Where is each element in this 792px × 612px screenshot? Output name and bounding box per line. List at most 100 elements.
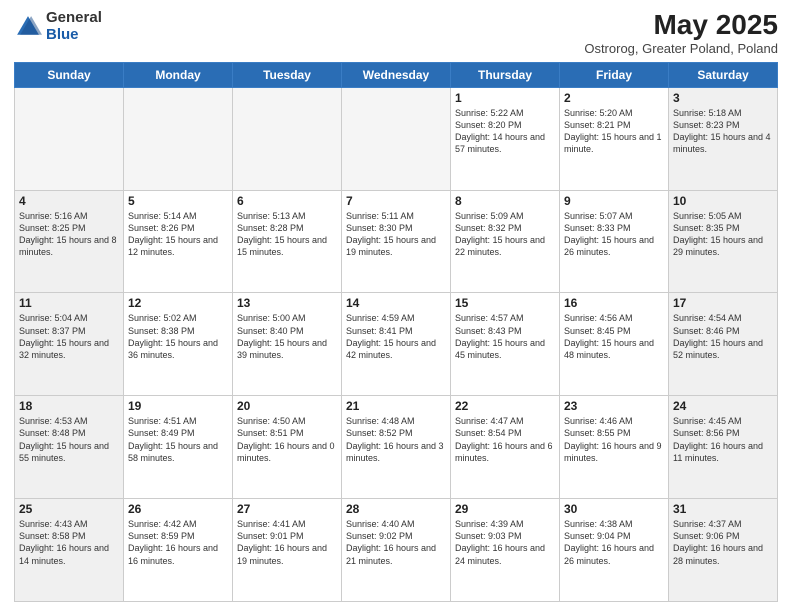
week-row-3: 11 Sunrise: 5:04 AM Sunset: 8:37 PM Dayli… — [15, 293, 778, 396]
week-row-4: 18 Sunrise: 4:53 AM Sunset: 8:48 PM Dayli… — [15, 396, 778, 499]
day-number: 30 — [564, 502, 664, 516]
weekday-tuesday: Tuesday — [233, 62, 342, 87]
day-cell: 21 Sunrise: 4:48 AM Sunset: 8:52 PM Dayli… — [342, 396, 451, 499]
day-info: Sunrise: 4:38 AM Sunset: 9:04 PM Dayligh… — [564, 518, 664, 567]
day-number: 27 — [237, 502, 337, 516]
day-number: 7 — [346, 194, 446, 208]
day-info: Sunrise: 4:47 AM Sunset: 8:54 PM Dayligh… — [455, 415, 555, 464]
day-info: Sunrise: 5:04 AM Sunset: 8:37 PM Dayligh… — [19, 312, 119, 361]
day-number: 2 — [564, 91, 664, 105]
day-cell: 5Sunrise: 5:14 AM Sunset: 8:26 PM Daylig… — [124, 190, 233, 293]
day-cell: 28Sunrise: 4:40 AM Sunset: 9:02 PM Dayli… — [342, 499, 451, 602]
location: Ostrorog, Greater Poland, Poland — [584, 41, 778, 56]
day-cell: 11 Sunrise: 5:04 AM Sunset: 8:37 PM Dayli… — [15, 293, 124, 396]
day-info: Sunrise: 4:45 AM Sunset: 8:56 PM Dayligh… — [673, 415, 773, 464]
day-cell — [15, 87, 124, 190]
weekday-monday: Monday — [124, 62, 233, 87]
day-cell: 24 Sunrise: 4:45 AM Sunset: 8:56 PM Dayli… — [669, 396, 778, 499]
day-cell: 25 Sunrise: 4:43 AM Sunset: 8:58 PM Dayli… — [15, 499, 124, 602]
logo: General Blue — [14, 10, 102, 43]
day-number: 15 — [455, 296, 555, 310]
day-cell: 30 Sunrise: 4:38 AM Sunset: 9:04 PM Dayli… — [560, 499, 669, 602]
day-number: 10 — [673, 194, 773, 208]
day-info: Sunrise: 4:42 AM Sunset: 8:59 PM Dayligh… — [128, 518, 228, 567]
day-number: 12 — [128, 296, 228, 310]
header: General Blue May 2025 Ostrorog, Greater … — [14, 10, 778, 56]
day-cell: 8Sunrise: 5:09 AM Sunset: 8:32 PM Daylig… — [451, 190, 560, 293]
day-info: Sunrise: 4:43 AM Sunset: 8:58 PM Dayligh… — [19, 518, 119, 567]
day-cell: 1 Sunrise: 5:22 AM Sunset: 8:20 PM Daylig… — [451, 87, 560, 190]
title-block: May 2025 Ostrorog, Greater Poland, Polan… — [584, 10, 778, 56]
day-cell: 16 Sunrise: 4:56 AM Sunset: 8:45 PM Dayli… — [560, 293, 669, 396]
day-number: 17 — [673, 296, 773, 310]
day-number: 24 — [673, 399, 773, 413]
weekday-friday: Friday — [560, 62, 669, 87]
week-row-2: 4Sunrise: 5:16 AM Sunset: 8:25 PM Daylig… — [15, 190, 778, 293]
day-cell — [233, 87, 342, 190]
day-cell: 15Sunrise: 4:57 AM Sunset: 8:43 PM Dayli… — [451, 293, 560, 396]
day-info: Sunrise: 4:41 AM Sunset: 9:01 PM Dayligh… — [237, 518, 337, 567]
day-cell: 6 Sunrise: 5:13 AM Sunset: 8:28 PM Daylig… — [233, 190, 342, 293]
day-info: Sunrise: 4:39 AM Sunset: 9:03 PM Dayligh… — [455, 518, 555, 567]
day-number: 8 — [455, 194, 555, 208]
day-number: 25 — [19, 502, 119, 516]
day-number: 4 — [19, 194, 119, 208]
day-info: Sunrise: 5:11 AM Sunset: 8:30 PM Dayligh… — [346, 210, 446, 259]
day-cell: 13 Sunrise: 5:00 AM Sunset: 8:40 PM Dayli… — [233, 293, 342, 396]
day-cell: 9Sunrise: 5:07 AM Sunset: 8:33 PM Daylig… — [560, 190, 669, 293]
day-info: Sunrise: 5:05 AM Sunset: 8:35 PM Dayligh… — [673, 210, 773, 259]
day-number: 23 — [564, 399, 664, 413]
day-info: Sunrise: 5:14 AM Sunset: 8:26 PM Dayligh… — [128, 210, 228, 259]
weekday-header-row: SundayMondayTuesdayWednesdayThursdayFrid… — [15, 62, 778, 87]
logo-blue: Blue — [46, 26, 79, 43]
day-number: 19 — [128, 399, 228, 413]
day-info: Sunrise: 5:07 AM Sunset: 8:33 PM Dayligh… — [564, 210, 664, 259]
day-cell: 4Sunrise: 5:16 AM Sunset: 8:25 PM Daylig… — [15, 190, 124, 293]
day-info: Sunrise: 5:00 AM Sunset: 8:40 PM Dayligh… — [237, 312, 337, 361]
day-cell: 29 Sunrise: 4:39 AM Sunset: 9:03 PM Dayli… — [451, 499, 560, 602]
calendar: SundayMondayTuesdayWednesdayThursdayFrid… — [14, 62, 778, 602]
weekday-sunday: Sunday — [15, 62, 124, 87]
month-year: May 2025 — [584, 10, 778, 41]
day-info: Sunrise: 4:51 AM Sunset: 8:49 PM Dayligh… — [128, 415, 228, 464]
week-row-5: 25 Sunrise: 4:43 AM Sunset: 8:58 PM Dayli… — [15, 499, 778, 602]
day-number: 11 — [19, 296, 119, 310]
day-cell: 23 Sunrise: 4:46 AM Sunset: 8:55 PM Dayli… — [560, 396, 669, 499]
day-number: 3 — [673, 91, 773, 105]
weekday-thursday: Thursday — [451, 62, 560, 87]
logo-text: General Blue — [46, 10, 102, 43]
day-cell: 20 Sunrise: 4:50 AM Sunset: 8:51 PM Dayli… — [233, 396, 342, 499]
day-info: Sunrise: 4:53 AM Sunset: 8:48 PM Dayligh… — [19, 415, 119, 464]
day-number: 13 — [237, 296, 337, 310]
day-number: 29 — [455, 502, 555, 516]
day-number: 18 — [19, 399, 119, 413]
day-cell: 27 Sunrise: 4:41 AM Sunset: 9:01 PM Dayli… — [233, 499, 342, 602]
day-info: Sunrise: 5:22 AM Sunset: 8:20 PM Dayligh… — [455, 107, 555, 156]
day-info: Sunrise: 4:56 AM Sunset: 8:45 PM Dayligh… — [564, 312, 664, 361]
week-row-1: 1 Sunrise: 5:22 AM Sunset: 8:20 PM Daylig… — [15, 87, 778, 190]
day-cell: 22Sunrise: 4:47 AM Sunset: 8:54 PM Dayli… — [451, 396, 560, 499]
weekday-saturday: Saturday — [669, 62, 778, 87]
day-number: 1 — [455, 91, 555, 105]
logo-general: General — [46, 9, 102, 26]
day-number: 16 — [564, 296, 664, 310]
logo-icon — [14, 13, 42, 41]
day-info: Sunrise: 4:48 AM Sunset: 8:52 PM Dayligh… — [346, 415, 446, 464]
day-cell: 3 Sunrise: 5:18 AM Sunset: 8:23 PM Daylig… — [669, 87, 778, 190]
day-cell: 12Sunrise: 5:02 AM Sunset: 8:38 PM Dayli… — [124, 293, 233, 396]
day-info: Sunrise: 4:54 AM Sunset: 8:46 PM Dayligh… — [673, 312, 773, 361]
day-number: 21 — [346, 399, 446, 413]
page: General Blue May 2025 Ostrorog, Greater … — [0, 0, 792, 612]
day-info: Sunrise: 4:59 AM Sunset: 8:41 PM Dayligh… — [346, 312, 446, 361]
day-cell: 31Sunrise: 4:37 AM Sunset: 9:06 PM Dayli… — [669, 499, 778, 602]
day-info: Sunrise: 4:50 AM Sunset: 8:51 PM Dayligh… — [237, 415, 337, 464]
day-info: Sunrise: 5:13 AM Sunset: 8:28 PM Dayligh… — [237, 210, 337, 259]
day-number: 20 — [237, 399, 337, 413]
day-cell — [342, 87, 451, 190]
day-number: 6 — [237, 194, 337, 208]
day-cell: 18 Sunrise: 4:53 AM Sunset: 8:48 PM Dayli… — [15, 396, 124, 499]
day-info: Sunrise: 5:18 AM Sunset: 8:23 PM Dayligh… — [673, 107, 773, 156]
weekday-wednesday: Wednesday — [342, 62, 451, 87]
day-cell: 14Sunrise: 4:59 AM Sunset: 8:41 PM Dayli… — [342, 293, 451, 396]
day-info: Sunrise: 4:46 AM Sunset: 8:55 PM Dayligh… — [564, 415, 664, 464]
